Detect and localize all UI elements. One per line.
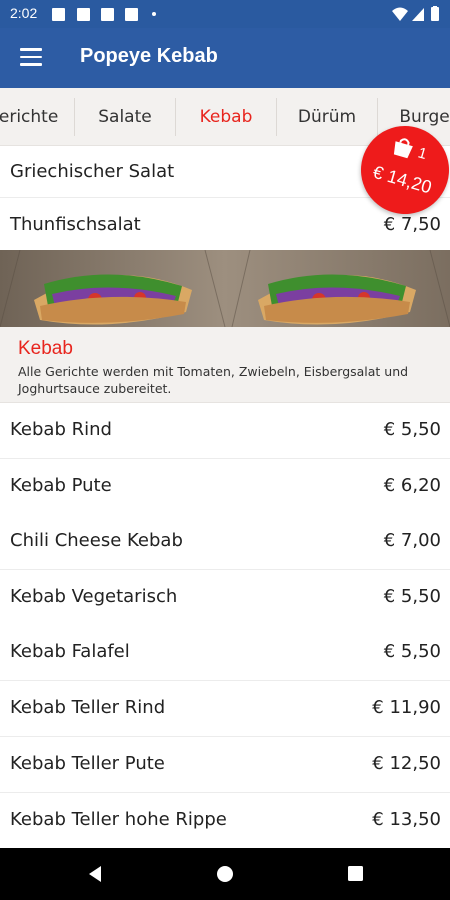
app-title: Popeye Kebab — [80, 45, 218, 67]
status-time: 2:02 — [10, 5, 38, 21]
menu-item-name: Chili Cheese Kebab — [10, 530, 183, 551]
menu-item-name: Griechischer Salat — [10, 161, 175, 182]
status-bar: 2:02 — [0, 0, 450, 28]
signal-icon — [412, 8, 424, 21]
menu-item-row[interactable]: Kebab Teller hohe Rippe € 13,50 — [0, 793, 450, 848]
category-description: Alle Gerichte werden mit Tomaten, Zwiebe… — [18, 364, 409, 396]
menu-item-name: Kebab Vegetarisch — [10, 586, 178, 607]
back-icon[interactable] — [86, 864, 104, 884]
menu-item-price: € 5,50 — [383, 419, 441, 440]
battery-icon — [431, 7, 439, 21]
menu-item-row[interactable]: Kebab Rind € 5,50 — [0, 403, 450, 459]
notification-icon — [125, 8, 138, 21]
menu-item-row[interactable]: Kebab Teller Rind € 11,90 — [0, 681, 450, 737]
menu-item-name: Thunfischsalat — [10, 214, 141, 235]
system-navigation-bar — [0, 848, 450, 900]
menu-item-name: Kebab Teller Pute — [10, 753, 165, 774]
menu-item-price: € 6,20 — [383, 475, 441, 496]
cart-item-count: 1 — [415, 144, 429, 163]
menu-item-price: € 7,00 — [383, 530, 441, 551]
menu-item-row[interactable]: Kebab Falafel € 5,50 — [0, 625, 450, 681]
notification-icon — [52, 8, 65, 21]
tab-durum[interactable]: Dürüm — [277, 88, 377, 145]
menu-item-row[interactable]: Kebab Vegetarisch € 5,50 — [0, 570, 450, 626]
menu-item-price: € 5,50 — [383, 586, 441, 607]
menu-item-row[interactable]: Kebab Teller Pute € 12,50 — [0, 737, 450, 793]
wifi-icon — [392, 7, 408, 21]
tab-salate[interactable]: Salate — [75, 88, 175, 145]
menu-item-name: Kebab Pute — [10, 475, 112, 496]
menu-item-name: Kebab Falafel — [10, 641, 130, 662]
tab-kebab[interactable]: Kebab — [176, 88, 276, 145]
hamburger-menu-icon[interactable] — [20, 48, 42, 66]
menu-item-name: Kebab Teller Rind — [10, 697, 166, 718]
home-icon[interactable] — [216, 865, 234, 883]
menu-item-price: € 13,50 — [372, 809, 441, 830]
notification-icon — [101, 8, 114, 21]
shopping-bag-icon — [393, 138, 413, 159]
menu-item-price: € 12,50 — [372, 753, 441, 774]
more-notifications-icon — [152, 12, 156, 16]
notification-icon — [77, 8, 90, 21]
category-header: Kebab Alle Gerichte werden mit Tomaten, … — [0, 327, 450, 403]
recents-icon[interactable] — [347, 865, 364, 882]
menu-item-name: Kebab Teller hohe Rippe — [10, 809, 227, 830]
status-icons — [392, 6, 439, 21]
menu-item-price: € 5,50 — [383, 641, 441, 662]
category-title: Kebab — [18, 338, 73, 359]
menu-item-row[interactable]: Kebab Pute € 6,20 — [0, 459, 450, 515]
tab-gerichte[interactable]: Gerichte — [0, 88, 74, 145]
cart-total: € 14,20 — [370, 161, 434, 198]
app-bar: Popeye Kebab — [0, 28, 450, 88]
menu-item-price: € 7,50 — [383, 214, 441, 235]
menu-item-price: € 11,90 — [372, 697, 441, 718]
kebab-banner-image — [0, 250, 450, 327]
menu-item-row[interactable]: Chili Cheese Kebab € 7,00 — [0, 514, 450, 570]
menu-item-name: Kebab Rind — [10, 419, 112, 440]
